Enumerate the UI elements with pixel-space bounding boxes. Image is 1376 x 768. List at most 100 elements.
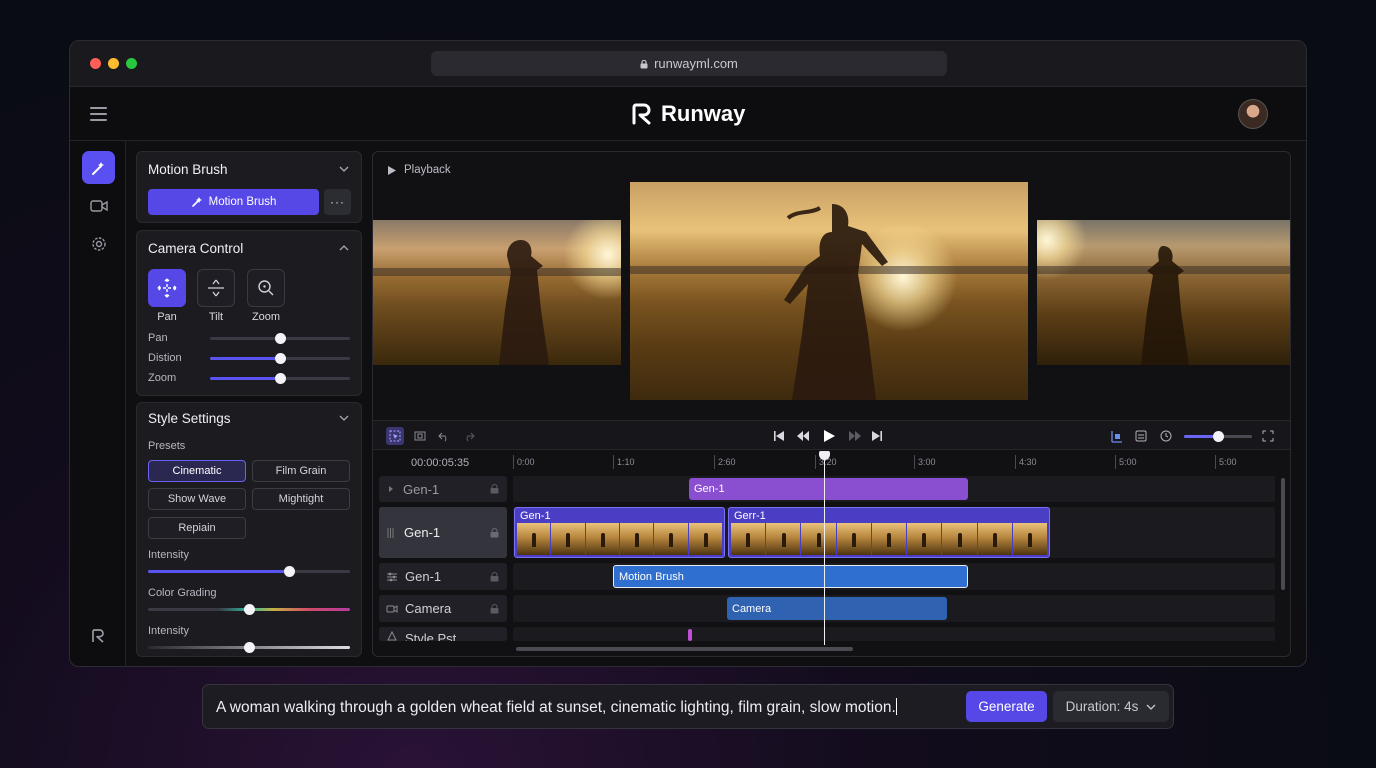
skip-end-icon <box>872 431 882 441</box>
lock-icon[interactable] <box>490 484 499 494</box>
select-tool-button[interactable] <box>386 427 404 445</box>
clip-label: Camera <box>732 602 772 615</box>
clip-style-marker[interactable] <box>688 629 692 641</box>
slider-handle[interactable] <box>275 353 286 364</box>
track-name: Gen-1 <box>403 481 440 497</box>
ruler-tick: 5:00 <box>1215 455 1237 469</box>
lock-icon[interactable] <box>490 603 499 614</box>
sliders-icon <box>387 572 397 581</box>
redo-button[interactable] <box>460 427 478 445</box>
track-header-camera[interactable]: Camera <box>379 595 507 622</box>
rail-settings-button[interactable] <box>82 227 115 260</box>
chevron-right-icon[interactable] <box>387 485 395 493</box>
skip-start-button[interactable] <box>770 427 788 445</box>
pan-slider[interactable] <box>210 333 350 344</box>
slider-handle[interactable] <box>275 373 286 384</box>
lock-icon <box>640 60 648 69</box>
clip-label: Gen-1 <box>520 510 551 522</box>
skip-start-icon <box>774 431 784 441</box>
track-header-gen1[interactable]: Gen-1 <box>379 476 507 502</box>
address-bar[interactable]: runwayml.com <box>431 51 947 76</box>
clip-gen1[interactable]: Gen-1 <box>689 478 968 500</box>
maximize-window-button[interactable] <box>126 58 137 69</box>
speed-button[interactable] <box>1157 427 1175 445</box>
clip-label: Gerr-1 <box>734 510 766 522</box>
prompt-input[interactable]: A woman walking through a golden wheat f… <box>216 698 897 717</box>
fullscreen-button[interactable] <box>1259 427 1277 445</box>
play-icon <box>823 430 835 442</box>
track-header-gen1-video[interactable]: Gen-1 <box>379 507 507 558</box>
preset-show-wave[interactable]: Show Wave <box>148 488 246 510</box>
layers-button[interactable] <box>1132 427 1150 445</box>
camera-zoom-button[interactable] <box>247 269 285 307</box>
timeline-horizontal-scrollbar[interactable] <box>516 647 853 651</box>
crop-tool-button[interactable] <box>411 427 429 445</box>
slider-handle[interactable] <box>275 333 286 344</box>
minimize-window-button[interactable] <box>108 58 119 69</box>
avatar[interactable] <box>1238 99 1268 129</box>
preset-film-grain[interactable]: Film Grain <box>252 460 350 482</box>
rail-motion-brush-button[interactable] <box>82 151 115 184</box>
undo-button[interactable] <box>435 427 453 445</box>
chevron-down-icon[interactable] <box>339 164 349 174</box>
hamburger-icon[interactable] <box>90 107 107 121</box>
playback-header[interactable]: Playback <box>387 164 451 176</box>
generate-button[interactable]: Generate <box>966 691 1047 722</box>
zoom-slider-label: Zoom <box>148 372 177 384</box>
brand-logo[interactable]: Runway <box>631 101 745 127</box>
intensity-slider[interactable] <box>148 566 350 577</box>
camera-tilt-button[interactable] <box>197 269 235 307</box>
video-editor: Playback 00:00:05:35 0:00 1:10 2:60 3:20… <box>372 151 1291 657</box>
rail-video-button[interactable] <box>82 189 115 222</box>
play-button[interactable] <box>820 427 838 445</box>
close-window-button[interactable] <box>90 58 101 69</box>
track-header-style[interactable]: Style Pst <box>379 627 507 641</box>
style-settings-panel: Style Settings Presets Cinematic Film Gr… <box>136 402 362 657</box>
timeline-vertical-scrollbar[interactable] <box>1281 478 1285 590</box>
lock-icon[interactable] <box>490 527 499 538</box>
track-header-motion[interactable]: Gen-1 <box>379 563 507 590</box>
timeline-ruler[interactable]: 00:00:05:35 0:00 1:10 2:60 3:20 3:00 4:3… <box>373 451 1290 473</box>
lock-icon[interactable] <box>490 571 499 582</box>
clip-video-b[interactable]: Gerr-1 <box>728 507 1050 558</box>
woman-figure-image <box>499 240 549 365</box>
clip-camera[interactable]: Camera <box>727 597 947 620</box>
slider-handle[interactable] <box>244 604 255 615</box>
preview-frame-right[interactable] <box>1037 220 1290 365</box>
slider-handle[interactable] <box>284 566 296 577</box>
color-grading-slider[interactable] <box>148 604 350 615</box>
lane-style <box>513 627 1275 641</box>
clip-motion-brush[interactable]: Motion Brush <box>613 565 968 588</box>
camera-zoom-label: Zoom <box>251 311 281 323</box>
distortion-slider[interactable] <box>210 353 350 364</box>
drag-handle-icon[interactable] <box>387 527 394 539</box>
duration-select[interactable]: Duration: 4s <box>1053 691 1169 722</box>
clip-video-a[interactable]: Gen-1 <box>514 507 725 558</box>
preset-repiain[interactable]: Repiain <box>148 517 246 539</box>
preset-cinematic[interactable]: Cinematic <box>148 460 246 482</box>
preset-mightight[interactable]: Mightight <box>252 488 350 510</box>
preview-frame-left[interactable] <box>373 220 621 365</box>
fast-forward-button[interactable] <box>846 427 864 445</box>
intensity2-slider[interactable] <box>148 642 350 653</box>
motion-brush-button[interactable]: Motion Brush <box>148 189 319 215</box>
layers-icon <box>1135 430 1147 442</box>
preview-frame-main[interactable] <box>630 182 1028 400</box>
chevron-up-icon[interactable] <box>339 243 349 253</box>
track-name: Gen-1 <box>405 569 442 584</box>
volume-slider[interactable] <box>1184 431 1252 442</box>
playhead[interactable] <box>819 451 830 645</box>
chevron-down-icon[interactable] <box>339 413 349 423</box>
skip-end-button[interactable] <box>868 427 886 445</box>
zoom-slider[interactable] <box>210 373 350 384</box>
rail-runway-button[interactable] <box>82 619 115 652</box>
slider-handle[interactable] <box>1213 431 1224 442</box>
snap-button[interactable] <box>1107 427 1125 445</box>
tilt-arrows-icon <box>208 279 224 297</box>
prompt-text: A woman walking through a golden wheat f… <box>216 699 896 716</box>
slider-handle[interactable] <box>244 642 255 653</box>
camera-pan-button[interactable] <box>148 269 186 307</box>
more-options-button[interactable]: ··· <box>324 189 351 215</box>
rewind-button[interactable] <box>794 427 812 445</box>
motion-brush-label: Motion Brush <box>208 196 277 208</box>
